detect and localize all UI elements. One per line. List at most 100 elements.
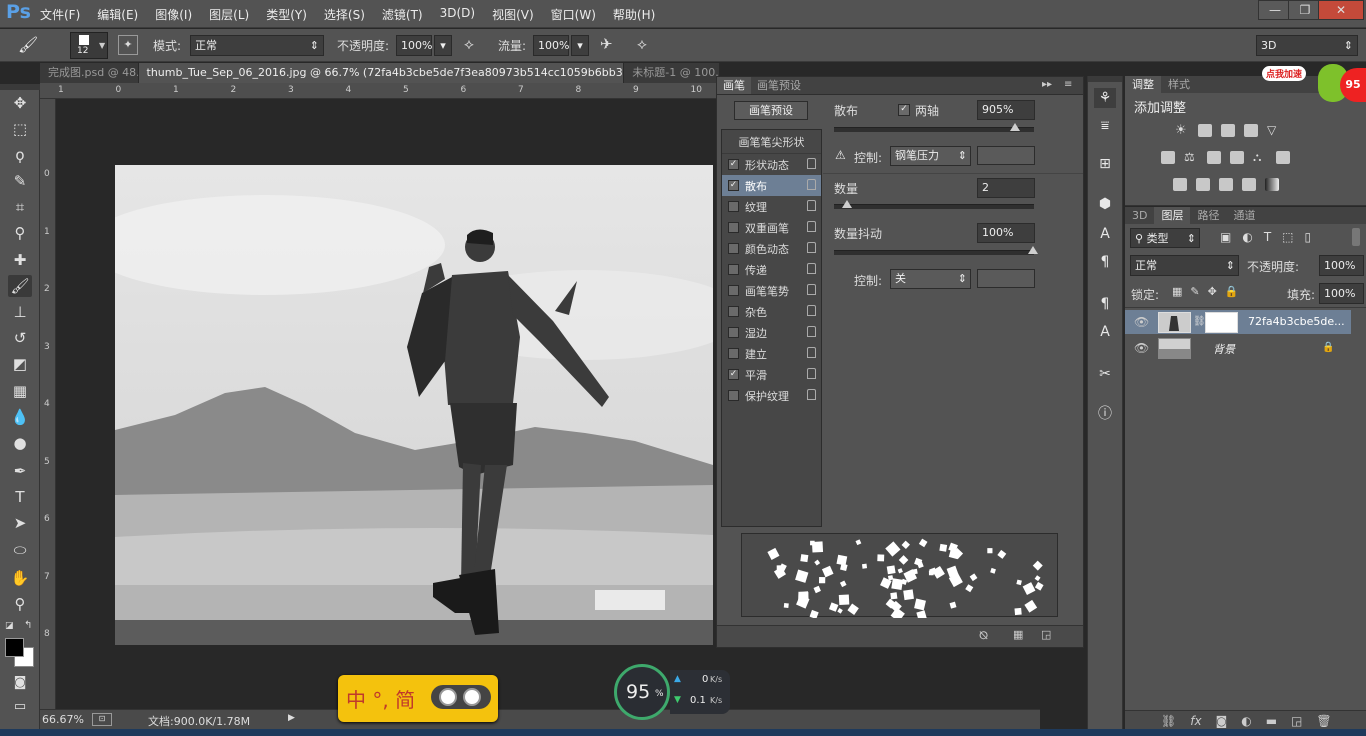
count-jitter-slider-handle[interactable] xyxy=(1028,246,1038,254)
tab-3d[interactable]: 3D xyxy=(1125,207,1154,224)
color-lookup-icon[interactable] xyxy=(1276,151,1290,164)
lasso-tool-icon[interactable]: ϙ xyxy=(8,144,32,166)
network-monitor[interactable]: 95 % ▲ 0 K/s ▼ 0.1 K/s xyxy=(614,664,730,720)
control2-select[interactable]: 关 ⇕ xyxy=(890,269,971,289)
layer-row-background[interactable]: 👁 背景 🔒 xyxy=(1125,336,1351,360)
brush-option-item[interactable]: 纹理 xyxy=(722,196,821,217)
type-filter-icon[interactable]: T xyxy=(1264,230,1271,244)
screen-mode-icon[interactable]: ▭ xyxy=(8,696,32,718)
brush-option-item[interactable]: 双重画笔 xyxy=(722,217,821,238)
3d-icon[interactable]: ⬢ xyxy=(1094,194,1116,214)
close-window-button[interactable]: ✕ xyxy=(1318,0,1364,20)
layer-row-top[interactable]: 👁 ⛓ 72fa4b3cbe5de... xyxy=(1125,310,1351,334)
tab-paths[interactable]: 路径 xyxy=(1190,207,1226,224)
menu-item[interactable]: 窗口(W) xyxy=(551,6,596,23)
shape-filter-icon[interactable]: ⬚ xyxy=(1282,230,1293,244)
toggle-live-tip-icon[interactable]: ⦰ xyxy=(979,629,988,643)
lock-icon[interactable] xyxy=(807,200,816,211)
selective-color-icon[interactable] xyxy=(1242,178,1256,191)
threshold-icon[interactable] xyxy=(1219,178,1233,191)
count-slider-handle[interactable] xyxy=(842,200,852,208)
lock-transparent-icon[interactable]: ▦ xyxy=(1172,285,1182,298)
link-icon[interactable]: ⛓ xyxy=(1193,316,1206,327)
eye-icon[interactable]: 👁 xyxy=(1134,315,1149,329)
zoom-level[interactable]: 66.67% xyxy=(42,713,84,726)
menu-item[interactable]: 文件(F) xyxy=(40,6,80,23)
toggle-brush-panel-icon[interactable]: ✦ xyxy=(118,35,138,55)
channel-mixer-icon[interactable]: ⛬ xyxy=(1253,151,1267,164)
menu-item[interactable]: 3D(D) xyxy=(440,6,475,23)
scatter-input[interactable]: 905% xyxy=(977,100,1035,120)
layer-name[interactable]: 72fa4b3cbe5de... xyxy=(1248,315,1345,328)
menu-item[interactable]: 帮助(H) xyxy=(613,6,655,23)
smart-object-filter-icon[interactable]: ▯ xyxy=(1305,230,1312,244)
brush-presets-button[interactable]: 画笔预设 xyxy=(734,101,808,120)
lock-icon[interactable] xyxy=(807,221,816,232)
dodge-tool-icon[interactable]: ● xyxy=(8,432,32,454)
brush-option-checkbox[interactable] xyxy=(728,222,739,233)
marquee-tool-icon[interactable]: ⬚ xyxy=(8,118,32,140)
color-balance-icon[interactable]: ⚖ xyxy=(1184,151,1198,164)
panel-menu-icon[interactable]: ≡ xyxy=(1064,79,1072,90)
brush-presets-icon[interactable]: ⩸ xyxy=(1094,116,1116,136)
scatter-slider-handle[interactable] xyxy=(1010,123,1020,131)
count-jitter-slider[interactable] xyxy=(834,246,1038,255)
tab-thumb-jpg[interactable]: thumb_Tue_Sep_06_2016.jpg @ 66.7% (72fa4… xyxy=(138,63,625,83)
lock-all-icon[interactable]: 🔒 xyxy=(1225,285,1239,298)
brush-option-item[interactable]: 杂色 xyxy=(722,301,821,322)
count-jitter-input[interactable]: 100% xyxy=(977,223,1035,243)
posterize-icon[interactable] xyxy=(1196,178,1210,191)
brush-preset-picker[interactable]: 12 ▼ xyxy=(70,32,108,59)
lock-icon[interactable] xyxy=(807,347,816,358)
brush-option-item[interactable]: 传递 xyxy=(722,259,821,280)
panel-dock-grip[interactable] xyxy=(1088,76,1122,82)
path-select-tool-icon[interactable]: ➤ xyxy=(8,512,32,534)
brush-option-item[interactable]: ✓ 散布 xyxy=(722,175,821,196)
lock-icon[interactable] xyxy=(807,284,816,295)
invert-icon[interactable] xyxy=(1173,178,1187,191)
brush-option-checkbox[interactable] xyxy=(728,243,739,254)
black-white-icon[interactable] xyxy=(1207,151,1221,164)
tip-shape-header[interactable]: 画笔笔尖形状 xyxy=(722,130,821,154)
blend-mode-select[interactable]: 正常 ⇕ xyxy=(1130,255,1239,276)
menu-item[interactable]: 编辑(E) xyxy=(97,6,138,23)
hand-tool-icon[interactable]: ✋ xyxy=(8,567,32,589)
tab-finished-psd[interactable]: 完成图.psd @ 48.... xyxy=(40,63,139,83)
lock-icon[interactable] xyxy=(807,389,816,400)
flow-dropdown-button[interactable]: ▾ xyxy=(571,35,589,56)
control-select[interactable]: 钢笔压力 ⇕ xyxy=(890,146,971,166)
airbrush-icon[interactable]: ✈ xyxy=(600,35,613,53)
menu-item[interactable]: 类型(Y) xyxy=(266,6,307,23)
layer-mask-thumbnail[interactable] xyxy=(1205,312,1238,333)
tab-brush-presets[interactable]: 画笔预设 xyxy=(751,77,807,94)
fill-input[interactable]: 100% xyxy=(1319,283,1364,304)
brush-panel-icon[interactable]: ⚘ xyxy=(1094,88,1116,108)
gradient-map-icon[interactable] xyxy=(1265,178,1279,191)
lock-icon[interactable] xyxy=(807,326,816,337)
count-input[interactable]: 2 xyxy=(977,178,1035,198)
tools-icon[interactable]: ✂ xyxy=(1094,364,1116,384)
count-slider[interactable] xyxy=(834,200,1034,209)
menu-item[interactable]: 图层(L) xyxy=(209,6,249,23)
minimize-button[interactable]: — xyxy=(1258,0,1292,20)
tab-styles[interactable]: 样式 xyxy=(1161,76,1197,93)
move-tool-icon[interactable]: ✥ xyxy=(8,92,32,114)
lock-icon[interactable] xyxy=(807,368,816,379)
info-icon[interactable]: ⓘ xyxy=(1094,404,1116,424)
brush-option-checkbox[interactable] xyxy=(728,201,739,212)
lock-icon[interactable] xyxy=(807,305,816,316)
new-preset-icon[interactable]: ◲ xyxy=(1041,628,1051,641)
paragraph-icon[interactable]: ¶ xyxy=(1094,252,1116,272)
lock-icon[interactable] xyxy=(807,242,816,253)
vibrance-icon[interactable]: ▽ xyxy=(1267,124,1281,137)
character-icon[interactable]: A xyxy=(1094,224,1116,244)
eyedropper-tool-icon[interactable]: ⚲ xyxy=(8,222,32,244)
layer-name[interactable]: 背景 xyxy=(1213,341,1235,357)
brush-option-item[interactable]: 保护纹理 xyxy=(722,385,821,406)
speedup-widget[interactable]: 点我加速 95 xyxy=(1262,64,1366,104)
foreground-color-swatch[interactable] xyxy=(5,638,24,657)
tab-untitled[interactable]: 未标题-1 @ 100... xyxy=(624,63,721,83)
menu-item[interactable]: 视图(V) xyxy=(492,6,534,23)
tab-adjustments[interactable]: 调整 xyxy=(1125,76,1161,93)
flow-input[interactable]: 100% xyxy=(533,35,569,56)
